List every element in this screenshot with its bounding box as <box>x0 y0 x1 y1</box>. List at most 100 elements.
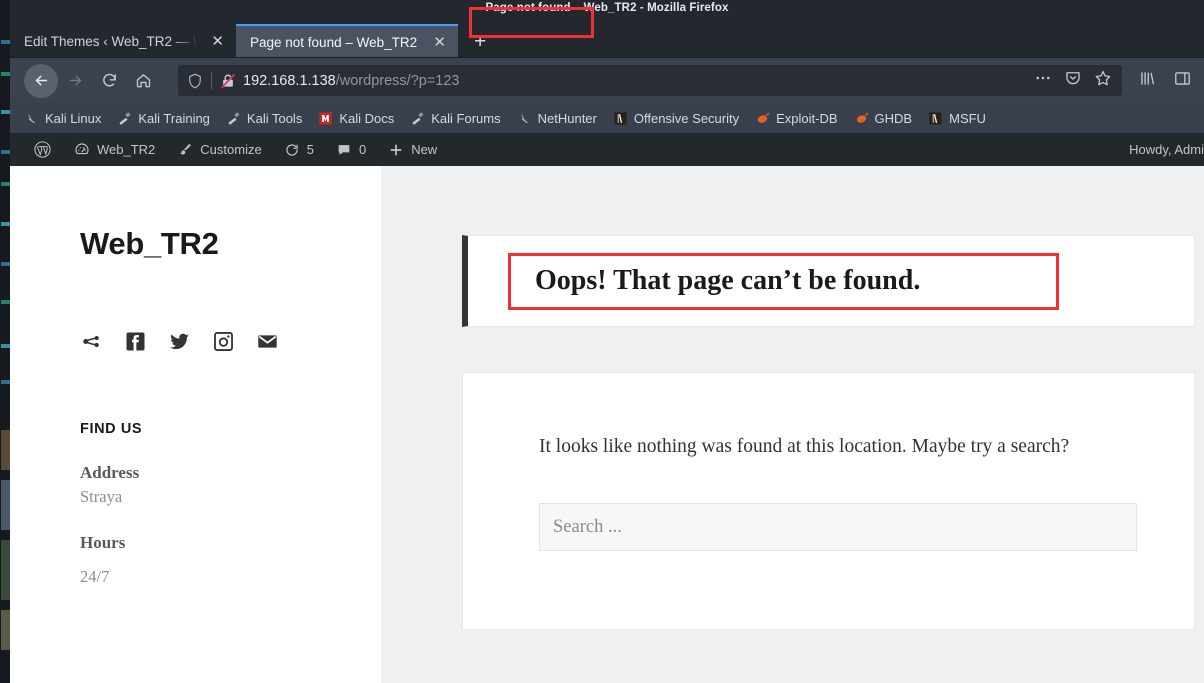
content-card: It looks like nothing was found at this … <box>462 372 1195 630</box>
adminbar-label: 0 <box>358 142 367 157</box>
ellipsis-icon[interactable] <box>1034 69 1052 92</box>
updates-icon <box>286 143 298 156</box>
social-links <box>80 330 381 353</box>
email-icon[interactable] <box>256 330 279 353</box>
star-icon[interactable] <box>1094 69 1112 92</box>
adminbar-comments[interactable]: 0 <box>325 133 377 166</box>
widget-label-address: Address <box>80 463 140 482</box>
adminbar-label: New <box>411 142 438 157</box>
instagram-icon[interactable] <box>212 330 235 353</box>
wordpress-logo-icon <box>34 141 51 158</box>
widget-label-hours: Hours <box>80 533 126 552</box>
kali-dragon-icon <box>27 113 35 123</box>
bookmark-msfu[interactable]: MSFU <box>928 111 986 126</box>
comments-icon <box>338 144 350 155</box>
bookmark-label: Kali Forums <box>431 110 501 126</box>
lock-crossed-icon[interactable] <box>219 72 237 90</box>
bookmark-kali-forums[interactable]: Kali Forums <box>410 110 501 126</box>
exploitdb-icon <box>856 112 868 123</box>
bookmark-nethunter[interactable]: NetHunter <box>517 111 597 126</box>
kali-docs-icon <box>319 111 332 125</box>
tab-edit-themes[interactable]: Edit Themes ‹ Web_TR2 — \ ✕ <box>10 24 236 58</box>
adminbar-new[interactable]: New <box>377 133 448 166</box>
adminbar-label: Customize <box>200 142 262 157</box>
bookmark-kali-docs[interactable]: Kali Docs <box>318 111 394 126</box>
bookmark-kali-tools[interactable]: Kali Tools <box>226 111 302 126</box>
link-share-icon[interactable] <box>80 330 103 353</box>
bookmark-label: Kali Training <box>138 110 210 126</box>
tab-strip: Edit Themes ‹ Web_TR2 — \ ✕ Page not fou… <box>10 20 1204 58</box>
bookmark-kali-training[interactable]: Kali Training <box>117 111 210 126</box>
wordpress-logo-button[interactable] <box>22 133 63 166</box>
wordpress-admin-bar: Web_TR2 Customize 5 0 New Howdy, Admi <box>10 133 1204 166</box>
window-title: Page not found – Web_TR2 - Mozilla Firef… <box>485 2 729 14</box>
library-icon[interactable] <box>1138 69 1157 93</box>
close-icon[interactable]: ✕ <box>209 34 226 49</box>
bookmark-label: Exploit-DB <box>776 110 838 126</box>
page-viewport: Web_TR2 Customize 5 0 New Howdy, Admi We… <box>10 133 1204 683</box>
brush-icon <box>180 143 191 155</box>
search-form <box>539 503 1137 552</box>
back-icon[interactable] <box>24 63 58 98</box>
kali-dragon-icon <box>520 113 528 123</box>
close-icon[interactable]: ✕ <box>431 35 448 50</box>
tab-label: Page not found – Web_TR2 <box>250 34 418 50</box>
reload-icon[interactable] <box>92 64 126 98</box>
tab-page-not-found[interactable]: Page not found – Web_TR2 ✕ <box>236 24 458 58</box>
url-bar[interactable]: 192.168.1.138/wordpress/?p=123 <box>178 65 1122 96</box>
bookmark-kali-linux[interactable]: Kali Linux <box>24 111 101 126</box>
offsec-icon <box>929 111 942 125</box>
bookmark-label: Kali Docs <box>339 110 395 126</box>
widget-value-address: Straya <box>80 487 123 506</box>
facebook-icon[interactable] <box>124 330 147 353</box>
bookmark-label: GHDB <box>874 110 913 126</box>
adminbar-howdy[interactable]: Howdy, Admi <box>1129 142 1204 157</box>
shield-icon[interactable] <box>186 72 204 90</box>
pocket-icon[interactable] <box>1064 69 1082 92</box>
url-query: ?p=123 <box>410 72 460 89</box>
adminbar-customize[interactable]: Customize <box>166 133 272 166</box>
bookmark-label: Kali Tools <box>246 110 303 126</box>
window-titlebar: Page not found – Web_TR2 - Mozilla Firef… <box>10 0 1204 20</box>
site-sidebar: Web_TR2 FIND US Address Straya Hours 24/… <box>10 166 381 683</box>
url-host: 192.168.1.138 <box>243 72 336 89</box>
url-divider <box>211 72 212 89</box>
widget-value-hours: 24/7 <box>80 567 110 586</box>
bookmark-label: NetHunter <box>537 110 597 126</box>
home-icon[interactable] <box>126 64 160 98</box>
page-header-card: Oops! That page can’t be found. <box>462 235 1195 327</box>
widget-heading-find-us: FIND US <box>80 421 143 437</box>
forward-icon[interactable] <box>58 64 92 98</box>
kali-tool-icon <box>412 112 424 125</box>
offsec-icon <box>614 111 627 125</box>
bookmark-offensive-security[interactable]: Offensive Security <box>613 111 739 126</box>
adminbar-label: 5 <box>306 142 314 157</box>
tab-label: Edit Themes ‹ Web_TR2 — \ <box>24 33 197 49</box>
page-title: Oops! That page can’t be found. <box>508 252 1059 310</box>
bookmark-exploit-db[interactable]: Exploit-DB <box>755 110 838 126</box>
navigation-toolbar: 192.168.1.138/wordpress/?p=123 <box>10 58 1204 103</box>
bookmarks-toolbar: Kali Linux Kali Training Kali Tools Kali… <box>10 103 1204 133</box>
bookmark-ghdb[interactable]: GHDB <box>854 110 913 126</box>
site-page: Web_TR2 FIND US Address Straya Hours 24/… <box>10 166 1204 683</box>
kali-tool-icon <box>228 112 240 125</box>
url-path: /wordpress/ <box>335 72 411 89</box>
kali-tool-icon <box>119 112 131 125</box>
bookmark-label: Offensive Security <box>633 110 740 126</box>
adminbar-label: Web_TR2 <box>97 142 156 157</box>
firefox-window: Page not found – Web_TR2 - Mozilla Firef… <box>10 0 1204 683</box>
twitter-icon[interactable] <box>168 330 191 353</box>
bookmark-label: Kali Linux <box>45 110 102 126</box>
adminbar-updates[interactable]: 5 <box>273 133 325 166</box>
new-tab-icon[interactable]: + <box>468 31 492 52</box>
bookmark-label: MSFU <box>949 110 986 126</box>
url-text: 192.168.1.138/wordpress/?p=123 <box>243 73 459 89</box>
adminbar-site-name[interactable]: Web_TR2 <box>63 133 166 166</box>
search-input[interactable] <box>553 504 1136 551</box>
sidebar-icon[interactable] <box>1173 69 1192 93</box>
site-main: Oops! That page can’t be found. It looks… <box>381 166 1204 683</box>
not-found-message: It looks like nothing was found at this … <box>539 436 1070 457</box>
dashboard-icon <box>75 142 89 154</box>
site-title[interactable]: Web_TR2 <box>80 226 381 262</box>
plus-icon <box>390 143 402 156</box>
